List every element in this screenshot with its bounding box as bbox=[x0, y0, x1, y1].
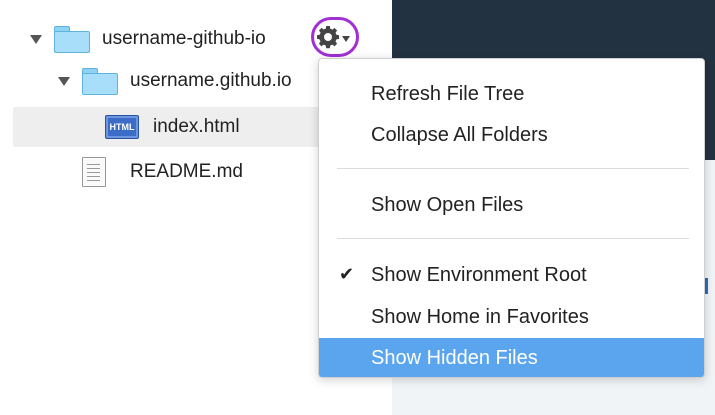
menu-item-label: Refresh File Tree bbox=[371, 82, 525, 105]
expand-arrow-icon[interactable] bbox=[30, 34, 42, 44]
tree-row-subfolder[interactable]: username.github.io bbox=[58, 61, 292, 101]
tree-row-label: README.md bbox=[130, 161, 243, 182]
menu-divider bbox=[337, 238, 689, 239]
gear-icon bbox=[317, 26, 340, 49]
menu-item-show-hidden-files[interactable]: Show Hidden Files bbox=[319, 338, 704, 377]
menu-item-refresh-file-tree[interactable]: Refresh File Tree bbox=[319, 75, 704, 113]
tree-row-root-folder[interactable]: username-github-io bbox=[30, 19, 266, 59]
menu-item-label: Collapse All Folders bbox=[371, 123, 548, 146]
checkmark-icon: ✔ bbox=[339, 264, 355, 284]
folder-icon bbox=[54, 26, 90, 53]
tree-row-file-readme[interactable]: README.md bbox=[82, 152, 243, 192]
tree-row-label: username.github.io bbox=[130, 70, 292, 91]
file-tree-context-menu: Refresh File Tree Collapse All Folders S… bbox=[318, 58, 705, 378]
document-icon bbox=[82, 157, 106, 187]
tree-row-label: username-github-io bbox=[102, 28, 266, 49]
menu-item-label: Show Environment Root bbox=[371, 263, 587, 286]
menu-item-show-home-in-favorites[interactable]: Show Home in Favorites bbox=[319, 298, 704, 336]
html-file-icon: HTML bbox=[105, 115, 139, 139]
menu-item-collapse-all-folders[interactable]: Collapse All Folders bbox=[319, 116, 704, 154]
menu-item-show-environment-root[interactable]: ✔ Show Environment Root bbox=[319, 256, 704, 294]
tree-settings-button[interactable] bbox=[311, 17, 359, 57]
menu-item-label: Show Hidden Files bbox=[371, 347, 538, 369]
menu-item-label: Show Home in Favorites bbox=[371, 305, 589, 328]
menu-divider bbox=[337, 168, 689, 169]
menu-item-label: Show Open Files bbox=[371, 193, 524, 216]
tree-row-label: index.html bbox=[153, 116, 240, 137]
expand-arrow-icon[interactable] bbox=[58, 76, 70, 86]
menu-item-show-open-files[interactable]: Show Open Files bbox=[319, 186, 704, 224]
folder-icon bbox=[82, 68, 118, 95]
chevron-down-icon bbox=[342, 36, 350, 42]
